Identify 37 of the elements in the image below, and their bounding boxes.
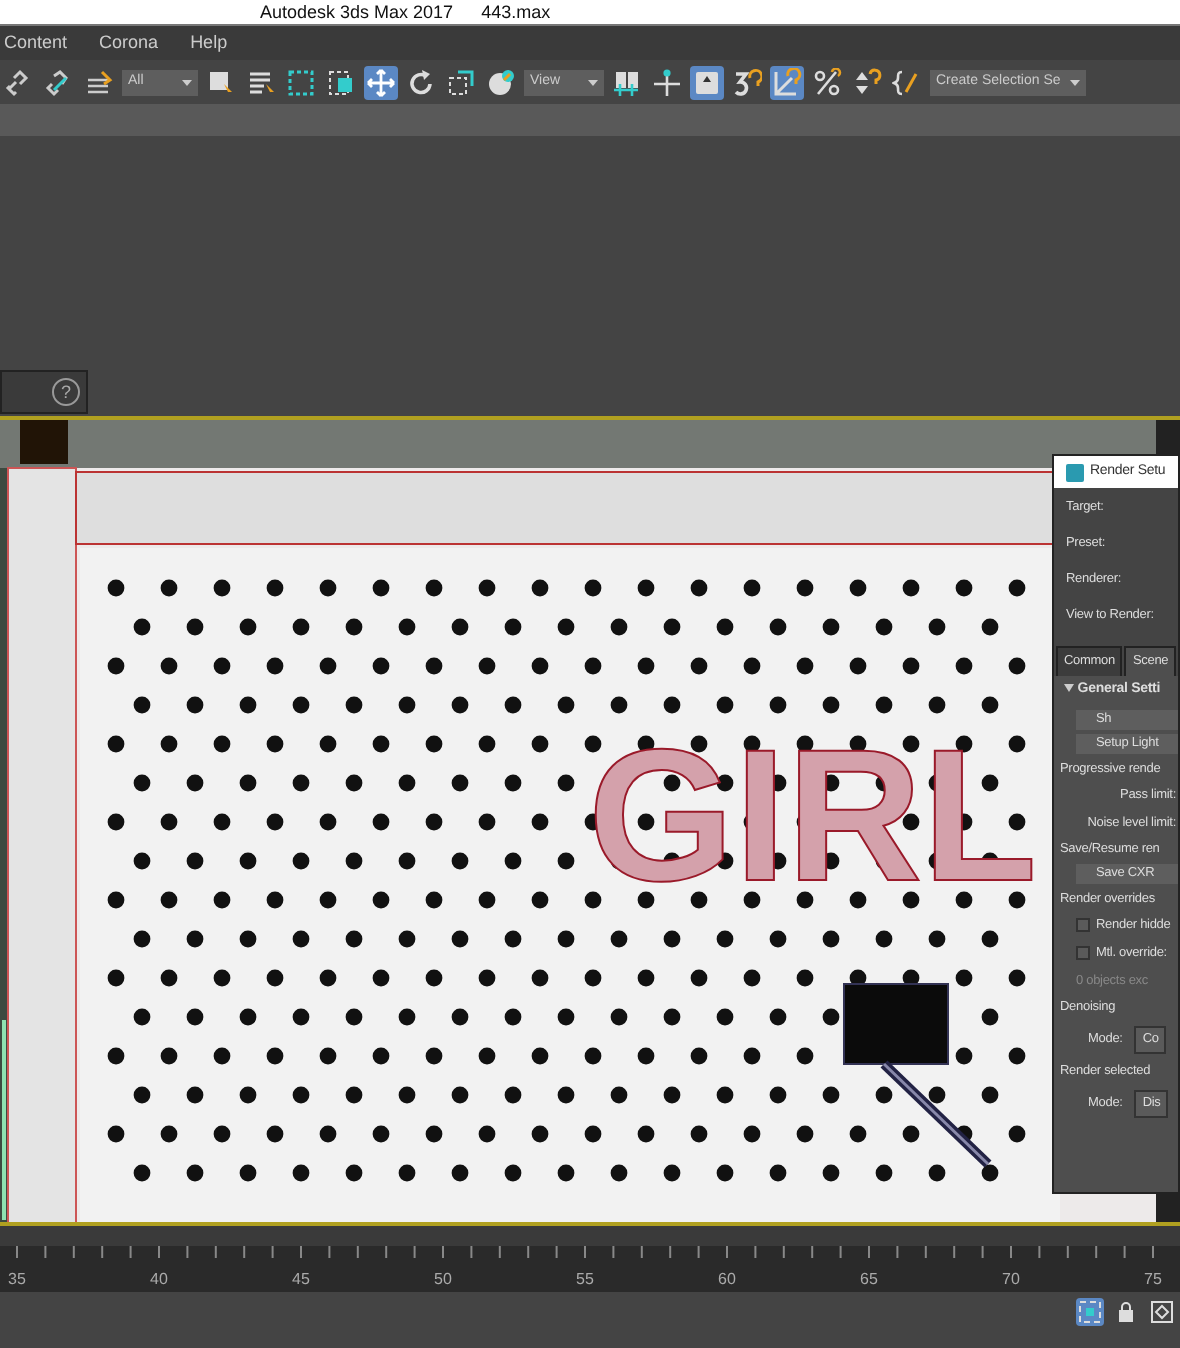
menu-item[interactable]: Help (190, 29, 228, 57)
help-button[interactable]: ? (52, 378, 80, 406)
move-icon[interactable] (364, 65, 398, 99)
maximize-viewport-icon[interactable] (1148, 1298, 1176, 1326)
window-crossing-icon[interactable] (324, 65, 358, 99)
file-name: 443.max (481, 0, 551, 24)
angle-snap-icon[interactable] (770, 65, 804, 99)
frame-number: 55 (576, 1268, 594, 1292)
frame-number: 45 (292, 1268, 310, 1292)
frame-number: 50 (434, 1268, 452, 1292)
checkbox[interactable] (1076, 918, 1090, 933)
caret-icon (1070, 79, 1080, 85)
rectangle-selection-icon[interactable] (284, 65, 318, 99)
rotate-icon[interactable] (404, 65, 438, 99)
caret-icon (182, 79, 192, 85)
spinner-snap-icon[interactable] (850, 65, 884, 99)
snap-magnet-icon[interactable] (730, 65, 764, 99)
zoom-extents-icon[interactable] (1076, 1298, 1104, 1326)
menu-item[interactable]: Corona (99, 29, 159, 57)
app-logo-icon (1066, 463, 1084, 481)
crosshair-icon[interactable] (650, 65, 684, 99)
frame-number: 40 (150, 1268, 168, 1292)
frame-number: 75 (1144, 1268, 1162, 1292)
checkbox[interactable] (1076, 946, 1090, 961)
menu-item[interactable]: Content (4, 29, 68, 57)
frame-number: 60 (718, 1268, 736, 1292)
time-slider-track[interactable] (0, 1222, 1180, 1246)
sphere-icon[interactable] (484, 65, 518, 99)
frame-number: 65 (860, 1268, 878, 1292)
frame-number: 35 (8, 1268, 26, 1292)
caret-icon (588, 79, 598, 85)
frame-number: 70 (1002, 1268, 1020, 1292)
window-title: Autodesk 3ds Max 2017 (260, 0, 454, 24)
scale-icon[interactable] (444, 65, 478, 99)
percent-snap-icon[interactable] (810, 65, 844, 99)
collapse-arrow-icon[interactable] (1064, 683, 1074, 692)
keyboard-key-icon[interactable] (690, 65, 724, 99)
